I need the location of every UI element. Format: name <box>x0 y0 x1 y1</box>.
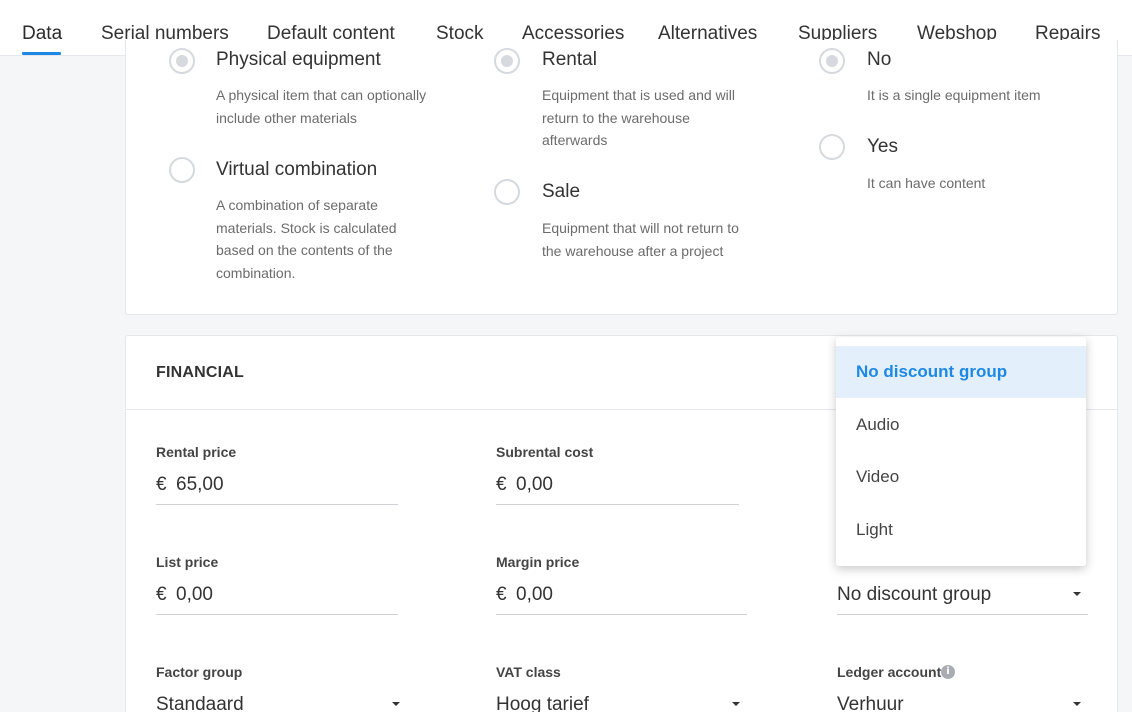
virtual-combination-desc: A combination of separate materials. Sto… <box>216 197 397 281</box>
vat-class-select[interactable]: Hoog tarief <box>496 693 589 712</box>
physical-equipment-desc: A physical item that can optionally incl… <box>216 87 427 126</box>
yes-content-title: Yes <box>867 136 898 157</box>
virtual-combination-title: Virtual combination <box>216 159 378 180</box>
rental-price-input[interactable]: 65,00 <box>176 473 224 497</box>
physical-equipment-title: Physical equipment <box>216 49 381 70</box>
dropdown-option-light[interactable]: Light <box>836 504 1086 556</box>
no-content-desc: It is a single equipment item <box>867 87 1041 103</box>
factor-group-select[interactable]: Standaard <box>156 693 244 712</box>
rental-radio[interactable] <box>494 48 520 74</box>
dropdown-option-video[interactable]: Video <box>836 451 1086 503</box>
margin-price-underline <box>496 614 747 615</box>
list-price-currency: € <box>156 584 167 605</box>
sale-radio[interactable] <box>494 179 520 205</box>
rental-price-label: Rental price <box>156 444 237 460</box>
rental-desc: Equipment that is used and will return t… <box>542 87 735 148</box>
active-tab-indicator <box>22 52 61 55</box>
factor-group-label: Factor group <box>156 664 243 680</box>
margin-price-input[interactable]: 0,00 <box>516 583 553 607</box>
vat-class-label: VAT class <box>496 664 561 680</box>
vat-class-caret-icon[interactable] <box>732 702 740 706</box>
sale-desc: Equipment that will not return to the wa… <box>542 220 739 259</box>
margin-price-label: Margin price <box>496 554 580 570</box>
ledger-account-select[interactable]: Verhuur <box>837 693 904 712</box>
no-content-title: No <box>867 49 892 70</box>
discount-group-dropdown: No discount group Audio Video Light <box>836 337 1086 566</box>
ledger-account-label: Ledger account <box>837 664 942 680</box>
rental-price-underline <box>156 504 398 505</box>
factor-group-caret-icon[interactable] <box>392 702 400 706</box>
dropdown-option-no-discount-group[interactable]: No discount group <box>836 346 1086 398</box>
subrental-cost-label: Subrental cost <box>496 444 594 460</box>
info-icon[interactable]: i <box>941 665 955 679</box>
rental-price-currency: € <box>156 474 167 495</box>
ledger-account-caret-icon[interactable] <box>1073 702 1081 706</box>
physical-equipment-radio[interactable] <box>169 48 195 74</box>
list-price-input[interactable]: 0,00 <box>176 583 213 607</box>
subrental-cost-input[interactable]: 0,00 <box>516 473 553 497</box>
yes-content-desc: It can have content <box>867 175 986 191</box>
subrental-cost-currency: € <box>496 474 507 495</box>
discount-group-caret-icon[interactable] <box>1073 592 1081 596</box>
dropdown-option-audio[interactable]: Audio <box>836 399 1086 451</box>
type-card: Physical equipment A physical item that … <box>125 40 1118 315</box>
yes-content-radio[interactable] <box>819 134 845 160</box>
subrental-cost-underline <box>496 504 739 505</box>
tab-data[interactable]: Data <box>22 22 62 46</box>
discount-group-underline <box>837 614 1088 615</box>
discount-group-select[interactable]: No discount group <box>837 583 991 607</box>
list-price-underline <box>156 614 398 615</box>
no-content-radio[interactable] <box>819 48 845 74</box>
margin-price-currency: € <box>496 584 507 605</box>
financial-section-title: FINANCIAL <box>156 364 245 381</box>
list-price-label: List price <box>156 554 219 570</box>
virtual-combination-radio[interactable] <box>169 157 195 183</box>
sale-title: Sale <box>542 181 581 202</box>
rental-title: Rental <box>542 49 597 70</box>
